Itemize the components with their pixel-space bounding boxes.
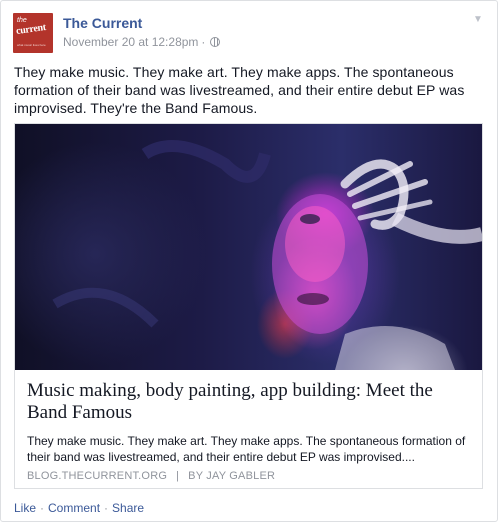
action-separator: · [104,501,109,515]
post-meta: November 20 at 12:28pm · [63,35,221,49]
painted-face-illustration [52,140,482,370]
avatar-logo-the: the [17,17,27,24]
action-separator: · [40,501,45,515]
share-button[interactable]: Share [112,501,144,515]
meta-separator: · [201,35,206,49]
post-message: They make music. They make art. They mak… [14,64,465,116]
shared-link-image[interactable] [15,124,482,370]
page-name-link[interactable]: The Current [63,15,142,31]
source-author: BY JAY GABLER [188,470,276,482]
shared-link-title[interactable]: Music making, body painting, app buildin… [27,380,467,424]
post-timestamp[interactable]: November 20 at 12:28pm [63,35,198,49]
post-header: the current what music lives here The Cu… [13,13,485,53]
page-avatar[interactable]: the current what music lives here [13,13,53,53]
shared-link-source: BLOG.THECURRENT.ORG | BY JAY GABLER [27,470,275,482]
source-domain: BLOG.THECURRENT.ORG [27,470,168,482]
globe-icon [210,37,221,47]
post-actions: Like · Comment · Share [14,501,144,515]
comment-button[interactable]: Comment [48,501,100,515]
chevron-down-icon[interactable]: ▼ [471,15,485,25]
shared-link-card[interactable]: Music making, body painting, app buildin… [14,123,483,489]
shared-link-description: They make music. They make art. They mak… [27,434,466,464]
source-divider: | [176,470,180,482]
avatar-logo-current: current [15,21,47,38]
avatar-logo-tagline: what music lives here [17,43,46,47]
like-button[interactable]: Like [14,501,36,515]
facebook-post: the current what music lives here The Cu… [0,0,498,522]
